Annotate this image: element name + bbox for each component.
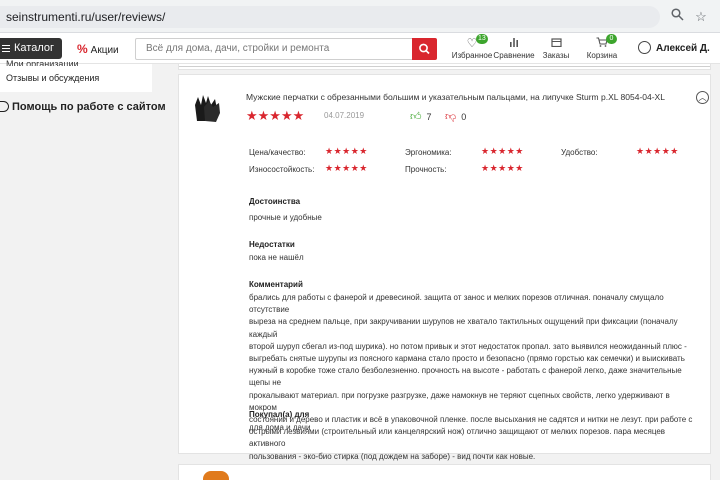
bought-for-title: Покупал(а) для: [249, 410, 310, 419]
divider: [179, 66, 710, 67]
chevron-up-icon[interactable]: ︿: [696, 91, 709, 104]
product-image[interactable]: [203, 471, 229, 480]
cart-label: Корзина: [586, 51, 618, 60]
rating-stars-durability: ★★★★★: [325, 163, 368, 173]
overall-rating-stars: ★★★★★: [246, 108, 305, 123]
like-button[interactable]: 👍︎ 7: [410, 110, 432, 123]
search-button[interactable]: [412, 38, 437, 60]
cons-title: Недостатки: [249, 240, 295, 249]
search-icon: [419, 43, 430, 55]
promo-link[interactable]: % Акции: [77, 42, 119, 56]
menu-icon: [2, 45, 10, 52]
user-menu[interactable]: Алексей Д.: [638, 41, 710, 54]
cons-text: пока не нашёл: [249, 253, 304, 262]
dislike-count: 0: [461, 112, 467, 122]
review-date: 04.07.2019: [324, 111, 365, 120]
chart-icon: [490, 35, 538, 51]
comment-title: Комментарий: [249, 280, 303, 289]
box-icon: [532, 35, 580, 51]
user-name: Алексей Д.: [656, 43, 710, 54]
comment-line: пользования - эко-био стирка (под дождем…: [249, 451, 536, 461]
help-label: Помощь по работе с сайтом: [12, 101, 166, 113]
rating-label-comfort: Удобство:: [561, 148, 598, 157]
compare-link[interactable]: Сравнение: [490, 35, 538, 60]
zoom-icon[interactable]: [668, 8, 686, 26]
help-circle-icon: [0, 101, 9, 112]
rating-label-strength: Прочность:: [405, 165, 447, 174]
account-sidebar: Мои организации Отзывы и обсуждения: [0, 60, 152, 92]
catalog-label: Каталог: [14, 42, 54, 54]
star-bookmark-icon[interactable]: ☆: [692, 8, 710, 26]
thumbs-down-icon: 👎︎: [445, 111, 457, 123]
product-image[interactable]: [189, 91, 225, 127]
comment-line: второй шуруп сбегал из-под шурика). но п…: [249, 341, 687, 351]
compare-label: Сравнение: [493, 51, 535, 60]
comment-line: выгребать снятые шурупы из поясного карм…: [249, 354, 685, 364]
rating-stars-comfort: ★★★★★: [636, 146, 679, 156]
next-review-card: [178, 464, 711, 480]
heart-icon: ♡ 13: [466, 34, 488, 50]
promo-label: Акции: [90, 45, 119, 56]
address-bar[interactable]: seinstrumenti.ru/user/reviews/: [0, 6, 660, 28]
like-count: 7: [426, 112, 432, 122]
rating-label-durability: Износостойкость:: [249, 165, 315, 174]
product-title-link[interactable]: Мужские перчатки с обрезанными большим и…: [246, 92, 665, 102]
site-header: Каталог % Акции Всё для дома, дачи, строй…: [0, 33, 720, 64]
catalog-button[interactable]: Каталог: [0, 38, 62, 59]
help-link[interactable]: Помощь по работе с сайтом: [0, 101, 166, 113]
comment-line: прокалывают материал. при погрузке разгр…: [249, 390, 670, 412]
comment-line: нужный в коробке тоже стало безболезненн…: [249, 366, 682, 388]
thumbs-up-icon: 👍︎: [410, 111, 422, 123]
comment-text: брались для работы с фанерой и древесино…: [249, 292, 699, 463]
rating-stars-strength: ★★★★★: [481, 163, 524, 173]
favorites-label: Избранное: [451, 51, 493, 60]
sidebar-item-reviews[interactable]: Отзывы и обсуждения: [6, 73, 99, 83]
cart-icon: 0: [578, 34, 626, 51]
comment-line: выреза на среднем пальце, при закручиван…: [249, 317, 678, 339]
review-card: Мужские перчатки с обрезанными большим и…: [178, 74, 711, 461]
search-input[interactable]: Всё для дома, дачи, стройки и ремонта: [135, 38, 413, 60]
pros-title: Достоинства: [249, 197, 301, 206]
favorites-link[interactable]: ♡ 13 Избранное: [448, 34, 496, 60]
favorites-badge: 13: [476, 34, 488, 44]
rating-label-price: Цена/качество:: [249, 148, 306, 157]
user-avatar-icon: [638, 41, 651, 54]
bought-for-text: для дома и дачи: [249, 423, 311, 432]
rating-stars-ergonomics: ★★★★★: [481, 146, 524, 156]
cart-badge: 0: [606, 34, 617, 44]
browser-toolbar: seinstrumenti.ru/user/reviews/ ☆: [0, 0, 720, 33]
rating-label-ergonomics: Эргономика:: [405, 148, 452, 157]
comment-line: брались для работы с фанерой и древесино…: [249, 293, 664, 315]
pros-text: прочные и удобные: [249, 213, 322, 222]
dislike-button[interactable]: 👎︎ 0: [445, 110, 466, 123]
cart-link[interactable]: 0 Корзина: [578, 34, 626, 60]
orders-link[interactable]: Заказы: [532, 35, 580, 60]
percent-icon: %: [77, 42, 88, 56]
previous-review-card: [178, 64, 711, 70]
orders-label: Заказы: [542, 51, 570, 60]
rating-stars-price: ★★★★★: [325, 146, 368, 156]
sidebar-item-organizations[interactable]: Мои организации: [6, 60, 79, 66]
